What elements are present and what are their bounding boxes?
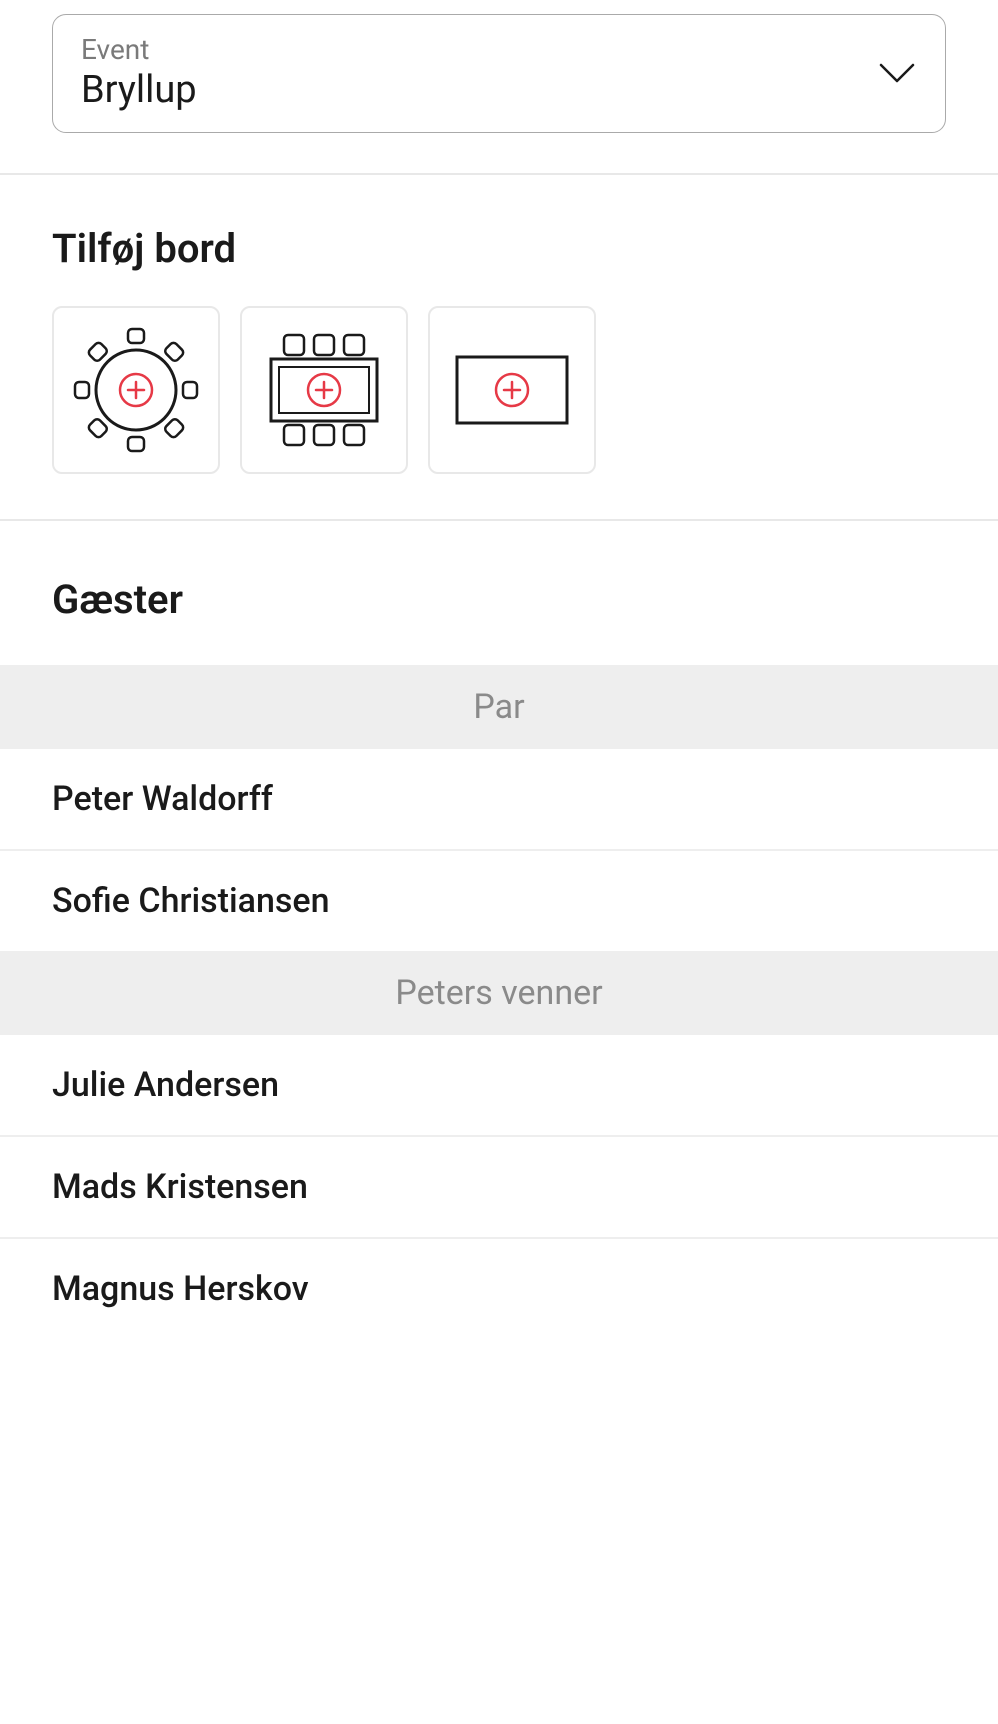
guest-row[interactable]: Julie Andersen <box>0 1035 998 1137</box>
rectangular-table-icon <box>259 325 389 455</box>
rectangular-table-option[interactable] <box>240 306 408 474</box>
guest-row[interactable]: Peter Waldorff <box>0 749 998 851</box>
guest-group: Par Peter Waldorff Sofie Christiansen <box>0 665 998 951</box>
table-options <box>52 306 946 474</box>
event-value: Bryllup <box>81 68 197 112</box>
add-table-title: Tilføj bord <box>52 225 946 272</box>
simple-table-option[interactable] <box>428 306 596 474</box>
guests-title: Gæster <box>0 576 998 623</box>
guest-row[interactable]: Mads Kristensen <box>0 1137 998 1239</box>
simple-table-icon <box>447 325 577 455</box>
event-dropdown[interactable]: Event Bryllup <box>52 14 946 133</box>
guest-row[interactable]: Magnus Herskov <box>0 1239 998 1339</box>
group-header-peters-venner: Peters venner <box>0 951 998 1035</box>
chevron-down-icon <box>877 61 917 85</box>
event-label: Event <box>81 33 197 66</box>
guest-row[interactable]: Sofie Christiansen <box>0 851 998 951</box>
group-header-par: Par <box>0 665 998 749</box>
round-table-option[interactable] <box>52 306 220 474</box>
round-table-icon <box>71 325 201 455</box>
guest-group: Peters venner Julie Andersen Mads Kriste… <box>0 951 998 1339</box>
